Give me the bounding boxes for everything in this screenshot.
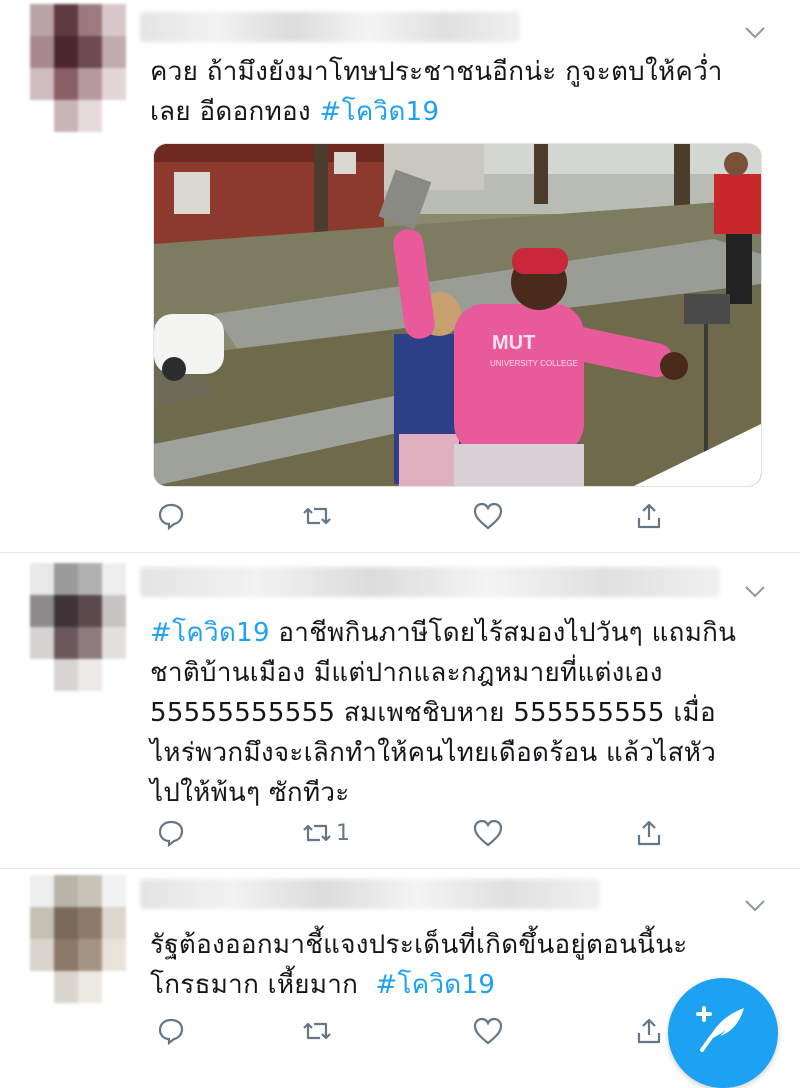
retweet-icon bbox=[303, 1022, 331, 1040]
author-name[interactable] bbox=[140, 879, 600, 909]
retweet-count: 1 bbox=[336, 820, 350, 846]
reply-button[interactable] bbox=[156, 498, 188, 534]
share-button[interactable] bbox=[634, 1013, 666, 1049]
tweet-1[interactable]: ควย ถ้ามึงยังมาโทษประชาชนอีกน่ะ กูจะตบให… bbox=[0, 0, 800, 550]
share-icon bbox=[637, 820, 661, 846]
author-name[interactable] bbox=[140, 567, 720, 597]
chevron-down-icon[interactable] bbox=[744, 26, 766, 40]
compose-tweet-icon bbox=[696, 1006, 744, 1052]
share-button[interactable] bbox=[634, 498, 666, 534]
chevron-down-icon[interactable] bbox=[744, 585, 766, 599]
tweet-2[interactable]: #โควิด19 อาชีพกินภาษีโดยไร้สมองไปวันๆ แถ… bbox=[0, 553, 800, 868]
tweet-actions bbox=[150, 1013, 710, 1049]
tweet-actions bbox=[150, 498, 710, 534]
reply-icon bbox=[158, 503, 184, 531]
reply-icon bbox=[158, 1018, 184, 1046]
like-button[interactable] bbox=[472, 1013, 506, 1049]
share-button[interactable] bbox=[634, 815, 666, 851]
retweet-button[interactable] bbox=[300, 498, 336, 534]
avatar[interactable] bbox=[30, 563, 126, 691]
share-icon bbox=[637, 503, 661, 529]
tweet-text: ควย ถ้ามึงยังมาโทษประชาชนอีกน่ะ กูจะตบให… bbox=[150, 52, 770, 132]
retweet-button[interactable]: 1 bbox=[300, 815, 350, 851]
tweet-actions: 1 bbox=[150, 815, 710, 851]
retweet-button[interactable] bbox=[300, 1013, 336, 1049]
share-icon bbox=[637, 1018, 661, 1044]
like-button[interactable] bbox=[472, 498, 506, 534]
reply-icon bbox=[158, 820, 184, 848]
heart-icon bbox=[473, 502, 503, 530]
hashtag-link[interactable]: #โควิด19 bbox=[375, 970, 495, 1000]
retweet-icon bbox=[303, 824, 331, 842]
tweet-photo[interactable]: MUT UNIVERSITY COLLEGE bbox=[153, 143, 762, 487]
author-name[interactable] bbox=[140, 12, 520, 42]
heart-icon bbox=[473, 819, 503, 847]
heart-icon bbox=[473, 1017, 503, 1045]
reply-button[interactable] bbox=[156, 1013, 188, 1049]
chevron-down-icon[interactable] bbox=[744, 899, 766, 913]
compose-tweet-button[interactable] bbox=[668, 978, 778, 1088]
retweet-icon bbox=[303, 507, 331, 525]
hashtag-link[interactable]: #โควิด19 bbox=[320, 97, 440, 127]
avatar[interactable] bbox=[30, 4, 126, 132]
like-button[interactable] bbox=[472, 815, 506, 851]
reply-button[interactable] bbox=[156, 815, 188, 851]
photo-scene: MUT UNIVERSITY COLLEGE bbox=[154, 144, 761, 486]
shirt-logo: MUT bbox=[492, 332, 535, 354]
shirt-subtext: UNIVERSITY COLLEGE bbox=[490, 359, 578, 368]
tweet-text: #โควิด19 อาชีพกินภาษีโดยไร้สมองไปวันๆ แถ… bbox=[150, 613, 770, 813]
hashtag-link[interactable]: #โควิด19 bbox=[150, 618, 270, 648]
avatar[interactable] bbox=[30, 875, 126, 1003]
